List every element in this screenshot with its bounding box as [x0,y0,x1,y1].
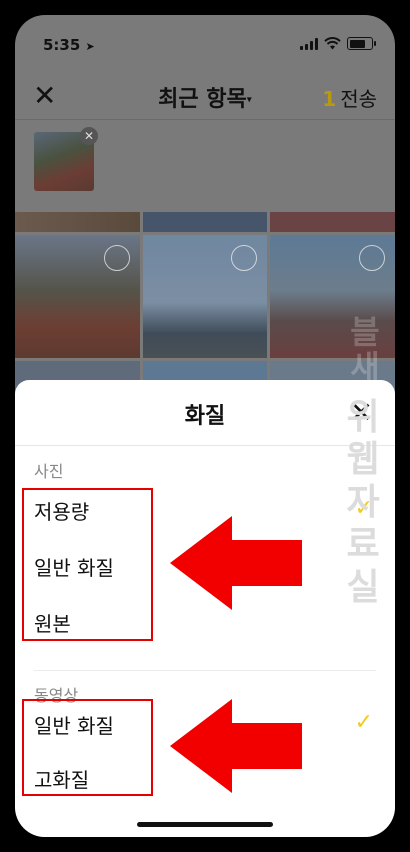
watermark-faded: 블새 [350,313,380,387]
send-label: 전송 [340,87,377,111]
sheet-divider [15,445,395,446]
photo-tile[interactable] [143,235,267,358]
annotation-box-photo [22,488,153,641]
status-bar: 5:35 ➤ [15,15,395,73]
photo-tile[interactable] [270,212,395,232]
header-divider [15,119,395,120]
caret-down-icon: ▾ [246,94,252,106]
remove-selected-icon[interactable]: ✕ [80,127,98,145]
select-circle-icon[interactable] [104,245,130,271]
watermark-text: 위웹자료실 [346,397,380,608]
section-label-photo: 사진 [34,462,64,481]
arrow-left-icon [170,699,302,793]
send-button[interactable]: 1 전송 [322,83,377,112]
wifi-icon [324,37,341,50]
photo-tile[interactable] [143,212,267,232]
photo-tile[interactable] [15,235,140,358]
photo-tile[interactable] [15,212,140,232]
select-circle-icon[interactable] [231,245,257,271]
location-arrow-icon: ➤ [85,40,95,53]
battery-level [349,39,366,48]
cellular-signal-icon [300,38,318,50]
annotation-box-video [22,699,153,796]
home-indicator [137,822,273,827]
section-divider [34,670,376,671]
battery-icon [347,37,376,50]
page-title: 최근 항목 [158,87,247,112]
status-time: 5:35 ➤ [43,36,95,54]
send-count: 1 [322,87,337,111]
select-circle-icon[interactable] [359,245,385,271]
app-header: ✕ 최근 항목▾ 1 전송 [15,73,395,119]
check-icon: ✓ [354,710,373,735]
arrow-left-icon [170,516,302,610]
sheet-title: 화질 [184,404,226,429]
